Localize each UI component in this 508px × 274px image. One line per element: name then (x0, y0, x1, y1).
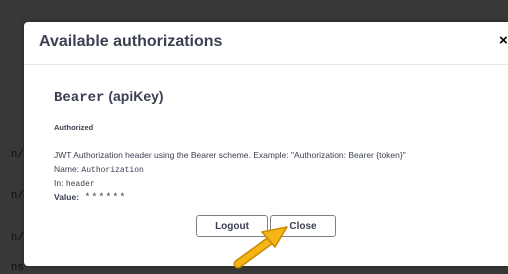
page: n/ n/ n/ ns Available authorizations × B… (0, 0, 508, 274)
auth-description: JWT Authorization header using the Beare… (54, 150, 406, 160)
auth-value-label: Value: (54, 192, 80, 202)
auth-in-row: In: header (54, 178, 95, 189)
authorizations-dialog: Available authorizations × Bearer (apiKe… (24, 22, 508, 266)
dialog-title: Available authorizations (39, 33, 223, 50)
auth-scheme-type: (apiKey) (108, 88, 164, 104)
close-icon[interactable]: × (499, 32, 508, 49)
logout-button[interactable]: Logout (196, 215, 268, 237)
auth-name-value: Authorization (81, 166, 144, 175)
close-button[interactable]: Close (270, 215, 336, 237)
auth-scheme-name: Bearer (54, 90, 105, 106)
auth-in-value: header (65, 180, 95, 189)
auth-scheme-title: Bearer (apiKey) (54, 88, 164, 106)
auth-name-row: Name: Authorization (54, 164, 144, 175)
auth-value-masked: ****** (84, 193, 127, 204)
auth-value-row: Value: ****** (54, 192, 126, 204)
auth-in-label: In: (54, 178, 64, 188)
authorized-status: Authorized (54, 123, 94, 132)
auth-name-label: Name: (54, 164, 80, 174)
dialog-header: Available authorizations × (24, 22, 508, 65)
